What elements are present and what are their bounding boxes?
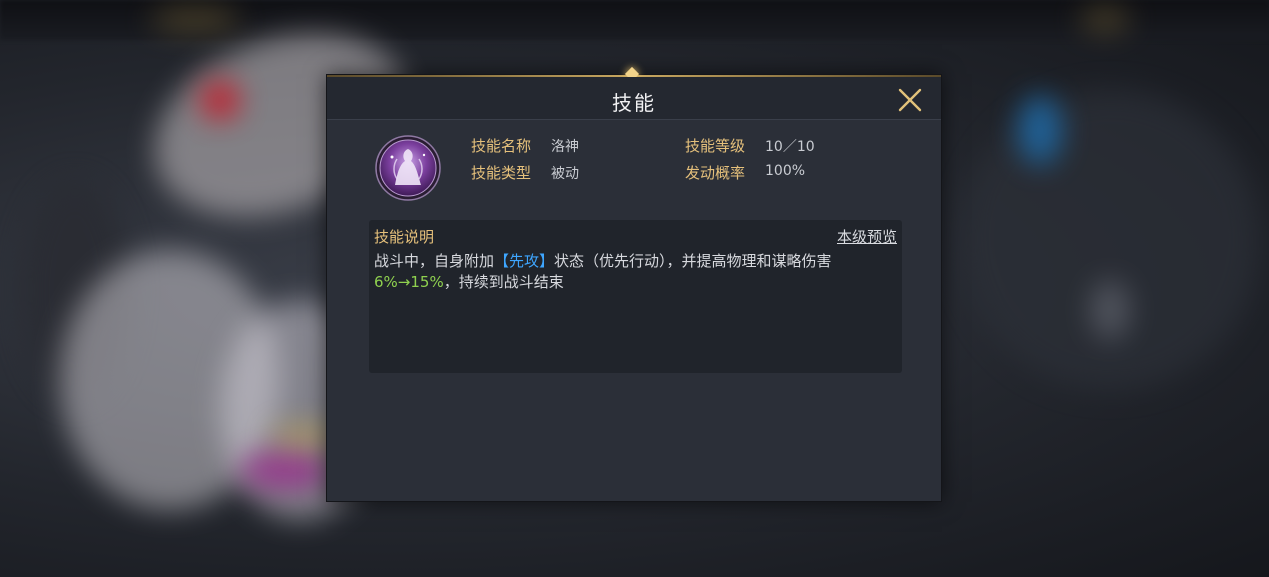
background-shape bbox=[150, 8, 240, 32]
skill-type-label: 技能类型 bbox=[471, 164, 532, 182]
skill-name-label: 技能名称 bbox=[471, 137, 532, 155]
background-shape bbox=[1090, 280, 1130, 340]
description-text-part: 战斗中，自身附加 bbox=[374, 252, 495, 270]
description-text-part: ，持续到战斗结束 bbox=[443, 273, 564, 291]
skill-level-label: 技能等级 bbox=[685, 137, 746, 155]
background-shape bbox=[1080, 8, 1130, 32]
skill-level-value: 10／10 bbox=[765, 139, 815, 155]
goddess-skill-icon bbox=[375, 135, 441, 201]
description-text-part: 状态（优先行动），并提高物理和谋略伤害 bbox=[554, 252, 832, 270]
background-shape bbox=[960, 90, 1260, 390]
background-shape bbox=[240, 450, 330, 490]
background-shape bbox=[1018, 95, 1062, 165]
damage-value-range: 6%→15% bbox=[374, 273, 444, 291]
trigger-chance-value: 100% bbox=[765, 163, 806, 179]
skill-dialog: 技能 技能名称 洛神 技能等级 10／10 技能类型 被动 发动概率 100% … bbox=[326, 66, 942, 502]
skill-type-value: 被动 bbox=[551, 166, 579, 182]
trigger-chance-label: 发动概率 bbox=[685, 164, 746, 182]
description-text: 战斗中，自身附加【先攻】状态（优先行动），并提高物理和谋略伤害 6%→15%，持续… bbox=[374, 251, 896, 293]
dialog-header: 技能 bbox=[327, 77, 941, 120]
dialog-title: 技能 bbox=[612, 91, 656, 115]
skill-description-panel: 技能说明 本级预览 战斗中，自身附加【先攻】状态（优先行动），并提高物理和谋略伤… bbox=[369, 220, 902, 373]
skill-name-value: 洛神 bbox=[551, 139, 579, 155]
description-title: 技能说明 bbox=[374, 228, 435, 246]
status-keyword: 【先攻】 bbox=[494, 252, 555, 270]
background-shape bbox=[200, 80, 240, 120]
close-icon[interactable] bbox=[897, 87, 923, 113]
level-preview-link[interactable]: 本级预览 bbox=[837, 226, 897, 247]
